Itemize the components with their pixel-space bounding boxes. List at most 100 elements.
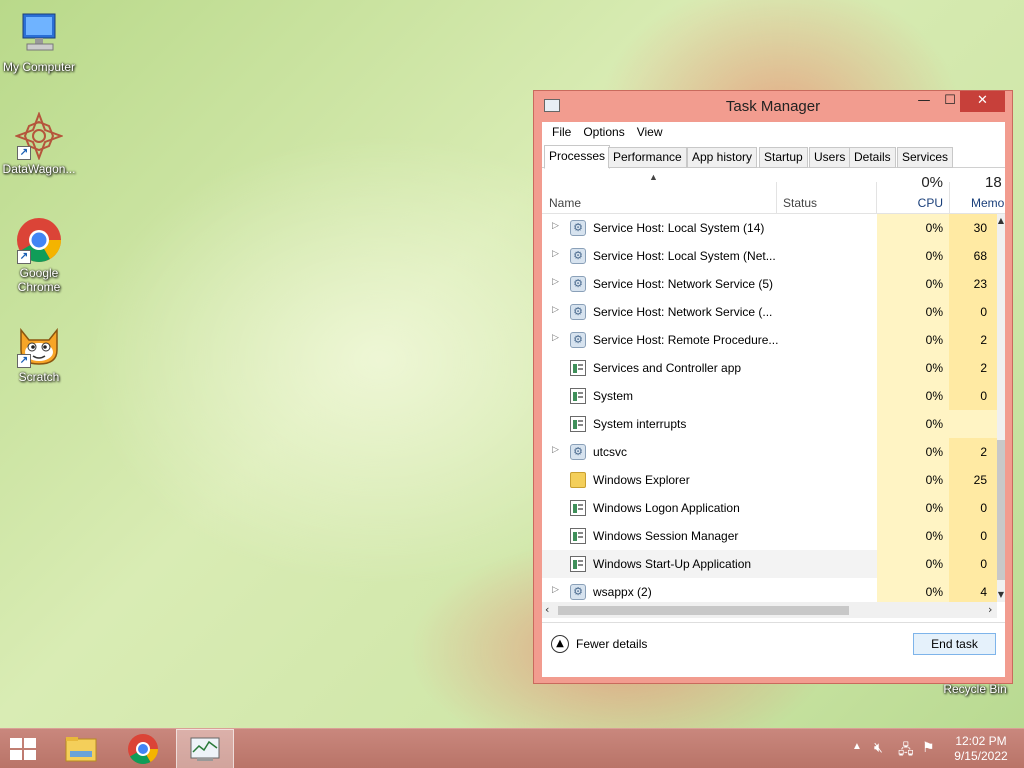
show-hidden-icons-arrow[interactable]: ▲ bbox=[852, 741, 862, 768]
process-cpu: 0% bbox=[925, 473, 943, 487]
expand-chevron-icon[interactable]: ▷ bbox=[552, 249, 559, 259]
process-list: ▷ ⚙ Service Host: Local System (14) 0% 30 ▷ ⚙ S… bbox=[542, 214, 997, 602]
tab-app-history[interactable]: App history bbox=[687, 147, 758, 168]
process-cpu: 0% bbox=[925, 417, 943, 431]
column-divider bbox=[949, 182, 950, 214]
process-memory: 2 bbox=[980, 361, 987, 375]
network-icon[interactable]: 🖧 bbox=[898, 739, 914, 768]
desktop-icon-label: My Computer bbox=[2, 60, 76, 74]
scroll-down-arrow-icon[interactable]: ▼ bbox=[997, 590, 1005, 599]
process-cpu: 0% bbox=[925, 277, 943, 291]
vertical-scrollbar[interactable]: ▲ ▼ bbox=[997, 214, 1005, 602]
process-name: utcsvc bbox=[593, 445, 628, 459]
horizontal-scroll-thumb[interactable] bbox=[558, 606, 849, 615]
desktop-icon-google-chrome[interactable]: ↗ Google Chrome bbox=[0, 216, 78, 294]
windows-logo-icon bbox=[24, 738, 36, 748]
vertical-scroll-thumb[interactable] bbox=[997, 440, 1005, 580]
taskbar-chrome[interactable] bbox=[114, 729, 172, 768]
tab-details[interactable]: Details bbox=[849, 147, 896, 168]
desktop-icon-scratch[interactable]: ↗ Scratch bbox=[0, 320, 78, 384]
tab-startup[interactable]: Startup bbox=[759, 147, 808, 168]
process-row[interactable]: Windows Explorer 0% 25 bbox=[542, 466, 997, 494]
desktop-icon-recycle-bin[interactable]: Recycle Bin bbox=[936, 682, 1014, 696]
expand-chevron-icon[interactable]: ▷ bbox=[552, 305, 559, 315]
taskbar-clock[interactable]: 12:02 PM 9/15/2022 bbox=[950, 734, 1012, 764]
process-row[interactable]: ▷ ⚙ utcsvc 0% 2 bbox=[542, 438, 997, 466]
column-name[interactable]: Name bbox=[549, 196, 581, 210]
column-header-row: ▲ Name Status 0% CPU 18 Memo bbox=[542, 172, 1005, 214]
memory-cell-background bbox=[949, 410, 997, 438]
expand-chevron-icon[interactable]: ▷ bbox=[552, 333, 559, 343]
expand-chevron-icon[interactable]: ▷ bbox=[552, 221, 559, 231]
column-cpu[interactable]: CPU bbox=[877, 196, 943, 210]
speaker-muted-icon[interactable]: 🔇︎ bbox=[874, 739, 883, 768]
process-cpu: 0% bbox=[925, 333, 943, 347]
clock-time: 12:02 PM bbox=[955, 734, 1007, 748]
window-app-icon bbox=[570, 528, 586, 544]
expand-chevron-icon[interactable]: ▷ bbox=[552, 277, 559, 287]
menu-view[interactable]: View bbox=[631, 122, 669, 142]
window-app-icon bbox=[570, 556, 586, 572]
tab-users[interactable]: Users bbox=[809, 147, 851, 168]
process-memory: 2 bbox=[980, 333, 987, 347]
process-name: Windows Session Manager bbox=[593, 529, 739, 543]
taskbar: ▲ 🔇︎ 🖧 ⚑ 12:02 PM 9/15/2022 bbox=[0, 728, 1024, 768]
gear-icon: ⚙ bbox=[570, 584, 586, 600]
expand-chevron-icon[interactable]: ▷ bbox=[552, 585, 559, 595]
menu-options[interactable]: Options bbox=[577, 122, 630, 142]
process-row[interactable]: ▷ ⚙ Service Host: Local System (Net... 0% 68 bbox=[542, 242, 997, 270]
process-row[interactable]: ▷ ⚙ Service Host: Network Service (5) 0% 23 bbox=[542, 270, 997, 298]
process-row[interactable]: ▷ ⚙ Service Host: Remote Procedure... 0% 2 bbox=[542, 326, 997, 354]
process-row[interactable]: Services and Controller app 0% 2 bbox=[542, 354, 997, 382]
fewer-details-link[interactable]: Fewer details bbox=[576, 637, 647, 651]
desktop-icon-my-computer[interactable]: My Computer bbox=[0, 10, 78, 74]
menu-file[interactable]: File bbox=[546, 122, 577, 142]
action-center-flag-icon[interactable]: ⚑ bbox=[922, 739, 935, 768]
tab-services[interactable]: Services bbox=[897, 147, 954, 168]
scroll-up-arrow-icon[interactable]: ▲ bbox=[997, 216, 1005, 225]
cpu-total-percent: 0% bbox=[921, 174, 943, 191]
clock-date: 9/15/2022 bbox=[954, 749, 1008, 763]
process-row[interactable]: ▷ ⚙ Service Host: Network Service (... 0% 0 bbox=[542, 298, 997, 326]
process-row[interactable]: ▷ ⚙ wsappx (2) 0% 4 bbox=[542, 578, 997, 602]
process-row[interactable]: System interrupts 0% bbox=[542, 410, 997, 438]
chrome-icon bbox=[128, 734, 158, 765]
tab-performance[interactable]: Performance bbox=[608, 147, 687, 168]
chevron-up-circle-icon[interactable]: ▲ bbox=[551, 635, 569, 653]
process-cpu: 0% bbox=[925, 361, 943, 375]
taskbar-file-explorer[interactable] bbox=[52, 729, 110, 768]
sort-ascending-icon: ▲ bbox=[649, 172, 658, 182]
process-cpu: 0% bbox=[925, 221, 943, 235]
process-cpu: 0% bbox=[925, 585, 943, 599]
process-row[interactable]: Windows Logon Application 0% 0 bbox=[542, 494, 997, 522]
process-cpu: 0% bbox=[925, 529, 943, 543]
horizontal-scrollbar[interactable]: ‹ › bbox=[542, 602, 997, 618]
desktop-icon-datawagon[interactable]: ↗ DataWagon... bbox=[0, 111, 78, 176]
close-button[interactable]: ✕ bbox=[960, 91, 1005, 112]
process-row[interactable]: Windows Start-Up Application 0% 0 bbox=[542, 550, 997, 578]
process-memory: 23 bbox=[973, 277, 987, 291]
column-status[interactable]: Status bbox=[783, 196, 817, 210]
gear-icon: ⚙ bbox=[570, 332, 586, 348]
process-memory: 0 bbox=[980, 501, 987, 515]
menu-bar: File Options View bbox=[542, 122, 1005, 142]
start-button[interactable] bbox=[10, 738, 38, 760]
process-name: Services and Controller app bbox=[593, 361, 742, 375]
process-row[interactable]: Windows Session Manager 0% 0 bbox=[542, 522, 997, 550]
minimize-button[interactable]: — bbox=[910, 91, 938, 112]
end-task-button[interactable]: End task bbox=[913, 633, 996, 655]
gear-icon: ⚙ bbox=[570, 276, 586, 292]
scroll-right-arrow-icon[interactable]: › bbox=[988, 603, 992, 616]
expand-chevron-icon[interactable]: ▷ bbox=[552, 445, 559, 455]
process-memory: 0 bbox=[980, 529, 987, 543]
title-bar[interactable]: Task Manager — ☐ ✕ bbox=[534, 91, 1012, 121]
tab-processes[interactable]: Processes bbox=[544, 145, 611, 169]
process-row[interactable]: System 0% 0 bbox=[542, 382, 997, 410]
scroll-left-arrow-icon[interactable]: ‹ bbox=[545, 603, 549, 616]
process-name: Service Host: Network Service (5) bbox=[593, 277, 774, 291]
shortcut-arrow-icon: ↗ bbox=[17, 250, 31, 264]
column-memory[interactable]: Memo bbox=[971, 196, 1004, 210]
process-row[interactable]: ▷ ⚙ Service Host: Local System (14) 0% 30 bbox=[542, 214, 997, 242]
process-name: Windows Start-Up Application bbox=[593, 557, 752, 571]
taskbar-task-manager[interactable] bbox=[176, 729, 234, 768]
